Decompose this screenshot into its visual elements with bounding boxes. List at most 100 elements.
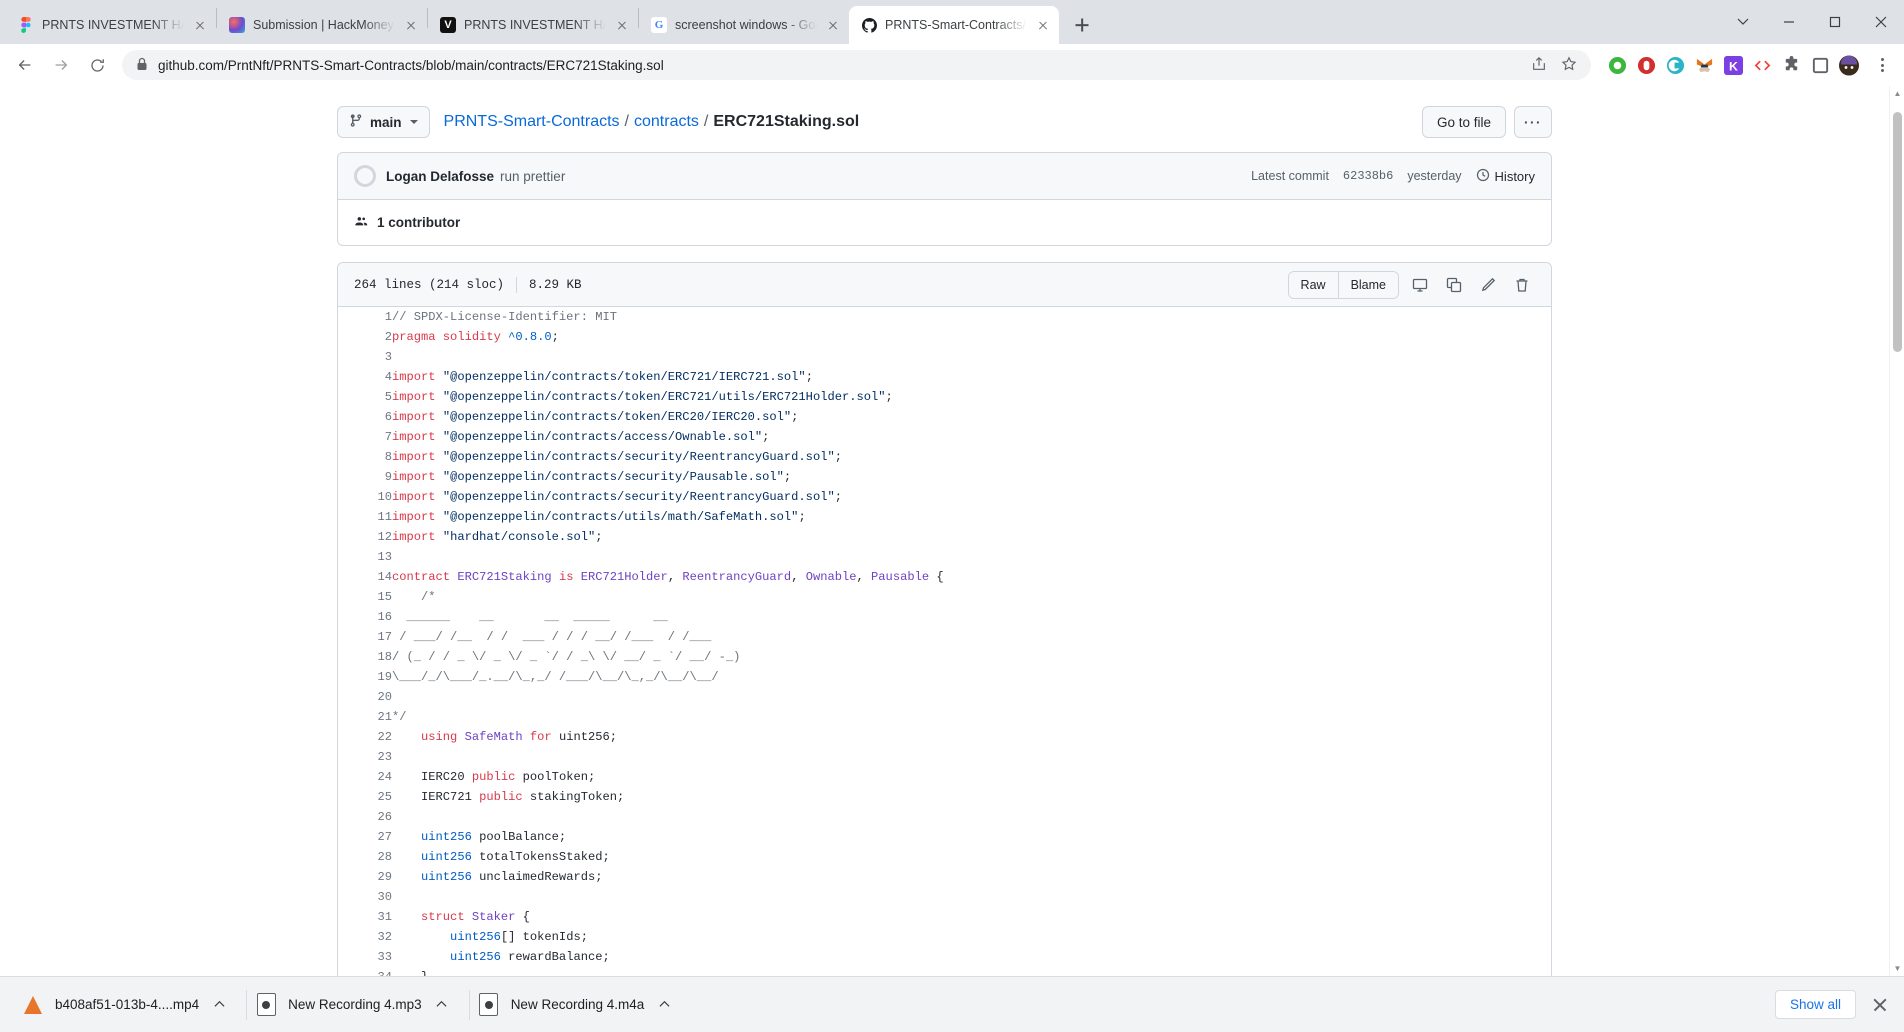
forward-button[interactable] [44, 48, 78, 82]
delete-trash-icon[interactable] [1509, 272, 1535, 298]
scroll-up-arrow[interactable]: ▲ [1890, 86, 1904, 101]
line-number[interactable]: 1 [338, 307, 392, 327]
line-number[interactable]: 17 [338, 627, 392, 647]
line-number[interactable]: 28 [338, 847, 392, 867]
commit-message[interactable]: run prettier [500, 169, 565, 184]
metamask-icon[interactable] [1694, 55, 1714, 75]
line-content: uint256 rewardBalance; [392, 950, 610, 964]
line-number[interactable]: 31 [338, 907, 392, 927]
tab-close-icon[interactable] [1035, 17, 1051, 33]
line-number[interactable]: 32 [338, 927, 392, 947]
breadcrumb-folder[interactable]: contracts [634, 113, 699, 131]
commit-time: yesterday [1407, 169, 1462, 183]
close-window-button[interactable] [1858, 0, 1904, 44]
page-scrollbar[interactable]: ▲ ▼ [1889, 86, 1904, 976]
ublock-icon[interactable] [1636, 55, 1656, 75]
copy-icon[interactable] [1441, 272, 1467, 298]
profile-avatar[interactable] [1839, 55, 1859, 75]
scroll-down-arrow[interactable]: ▼ [1890, 961, 1904, 976]
line-number[interactable]: 22 [338, 727, 392, 747]
devtools-code-icon[interactable] [1752, 55, 1772, 75]
line-number[interactable]: 16 [338, 607, 392, 627]
line-number[interactable]: 13 [338, 547, 392, 567]
reload-button[interactable] [80, 48, 114, 82]
browser-tab-github-active[interactable]: PRNTS-Smart-Contracts/ERC721S [849, 6, 1059, 44]
download-item-m4a[interactable]: New Recording 4.m4a [470, 985, 692, 1025]
kaspersky-icon[interactable]: K [1723, 55, 1743, 75]
scrollbar-thumb[interactable] [1893, 112, 1902, 352]
line-number[interactable]: 34 [338, 967, 392, 976]
line-number[interactable]: 15 [338, 587, 392, 607]
line-number[interactable]: 3 [338, 347, 392, 367]
chevron-up-icon[interactable] [433, 996, 451, 1014]
line-number[interactable]: 30 [338, 887, 392, 907]
line-number[interactable]: 23 [338, 747, 392, 767]
more-options-button[interactable]: ··· [1514, 106, 1552, 138]
browser-tab-figma[interactable]: PRNTS INVESTMENT HACKATHO [6, 6, 216, 44]
browser-tab-vimeo[interactable]: V PRNTS INVESTMENT HACKATHO [428, 6, 638, 44]
search-tabs-icon[interactable] [1720, 0, 1766, 44]
new-tab-button[interactable] [1067, 10, 1097, 40]
line-number[interactable]: 11 [338, 507, 392, 527]
edit-pencil-icon[interactable] [1475, 272, 1501, 298]
line-number[interactable]: 25 [338, 787, 392, 807]
download-item-mp3[interactable]: New Recording 4.mp3 [247, 985, 469, 1025]
star-icon[interactable] [1561, 55, 1577, 75]
blame-button[interactable]: Blame [1337, 271, 1398, 298]
line-number[interactable]: 27 [338, 827, 392, 847]
contributors-row[interactable]: 1 contributor [338, 200, 1551, 245]
line-number[interactable]: 2 [338, 327, 392, 347]
line-number[interactable]: 24 [338, 767, 392, 787]
code-line: 17 / ___/ /__ / / ___ / / / __/ /___ / /… [338, 627, 1551, 647]
line-number[interactable]: 9 [338, 467, 392, 487]
minimize-button[interactable] [1766, 0, 1812, 44]
breadcrumb-repo[interactable]: PRNTS-Smart-Contracts [444, 113, 620, 131]
kebab-menu-icon[interactable] [1868, 51, 1896, 79]
browser-tab-google-search[interactable]: G screenshot windows - Google Se [639, 6, 849, 44]
line-number[interactable]: 12 [338, 527, 392, 547]
open-in-desktop-icon[interactable] [1407, 272, 1433, 298]
line-number[interactable]: 33 [338, 947, 392, 967]
history-link[interactable]: History [1476, 168, 1535, 185]
tab-close-icon[interactable] [614, 17, 630, 33]
line-number[interactable]: 6 [338, 407, 392, 427]
tab-close-icon[interactable] [192, 17, 208, 33]
line-number[interactable]: 7 [338, 427, 392, 447]
adblock-icon[interactable] [1607, 55, 1627, 75]
raw-button[interactable]: Raw [1288, 271, 1338, 298]
line-number[interactable]: 4 [338, 367, 392, 387]
show-all-downloads-button[interactable]: Show all [1774, 990, 1856, 1019]
commit-author[interactable]: Logan Delafosse [386, 169, 494, 184]
line-number[interactable]: 29 [338, 867, 392, 887]
line-number[interactable]: 21 [338, 707, 392, 727]
go-to-file-button[interactable]: Go to file [1421, 106, 1506, 138]
commit-sha[interactable]: 62338b6 [1343, 169, 1393, 183]
branch-selector[interactable]: main [337, 106, 430, 138]
line-number[interactable]: 14 [338, 567, 392, 587]
tab-title: PRNTS-Smart-Contracts/ERC721S [885, 18, 1027, 32]
edge-icon[interactable] [1665, 55, 1685, 75]
line-content: import "@openzeppelin/contracts/security… [392, 470, 792, 484]
browser-tab-hackmoney[interactable]: Submission | HackMoney 2022 [217, 6, 427, 44]
line-number[interactable]: 18 [338, 647, 392, 667]
puzzle-extensions-icon[interactable] [1781, 55, 1801, 75]
share-icon[interactable] [1531, 56, 1547, 75]
back-button[interactable] [8, 48, 42, 82]
line-content: ______ __ __ _____ __ [392, 610, 668, 624]
address-bar[interactable]: github.com/PrntNft/PRNTS-Smart-Contracts… [122, 50, 1591, 80]
chevron-up-icon[interactable] [655, 996, 673, 1014]
line-number[interactable]: 19 [338, 667, 392, 687]
code-line: 9 import "@openzeppelin/contracts/securit… [338, 467, 1551, 487]
tab-close-icon[interactable] [403, 17, 419, 33]
close-icon[interactable] [1870, 995, 1890, 1015]
line-number[interactable]: 20 [338, 687, 392, 707]
line-number[interactable]: 26 [338, 807, 392, 827]
tab-close-icon[interactable] [825, 17, 841, 33]
line-number[interactable]: 8 [338, 447, 392, 467]
maximize-button[interactable] [1812, 0, 1858, 44]
line-number[interactable]: 5 [338, 387, 392, 407]
chevron-up-icon[interactable] [210, 996, 228, 1014]
line-number[interactable]: 10 [338, 487, 392, 507]
download-item-video[interactable]: b408af51-013b-4....mp4 [14, 985, 246, 1025]
square-extension-icon[interactable] [1810, 55, 1830, 75]
